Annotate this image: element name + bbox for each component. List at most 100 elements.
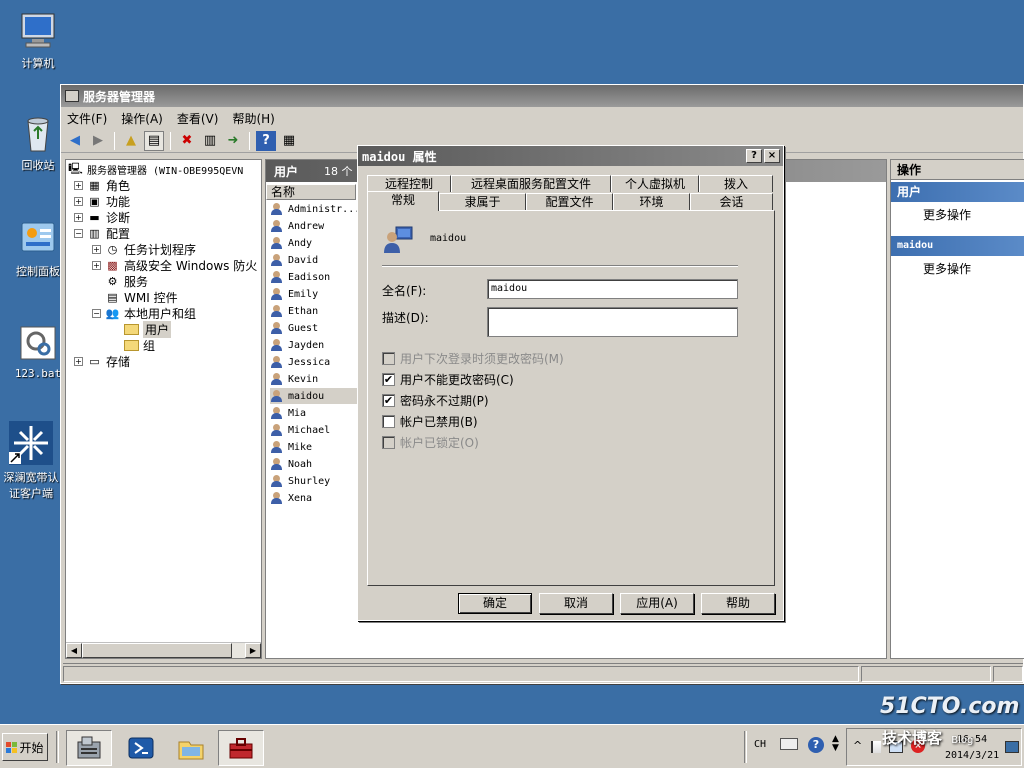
tree-item-configuration[interactable]: − ▥ 配置: [74, 225, 130, 241]
user-list-item[interactable]: Jessica: [270, 354, 330, 370]
user-list-item[interactable]: Eadison: [270, 269, 330, 285]
export-icon[interactable]: ➜: [223, 131, 243, 151]
back-icon[interactable]: ◀: [65, 131, 85, 151]
show-hidden-icons[interactable]: ^: [853, 739, 862, 752]
tree-item-roles[interactable]: + ▦ 角色: [74, 177, 130, 193]
help-button[interactable]: 帮助: [701, 593, 775, 614]
tree-item-local-users-groups[interactable]: − 👥 本地用户和组: [92, 305, 196, 321]
tab-environment[interactable]: 环境: [613, 193, 690, 210]
user-list-item[interactable]: maidou: [270, 388, 358, 404]
taskbar-server-manager[interactable]: [66, 730, 112, 766]
help-icon[interactable]: ?: [256, 130, 276, 151]
help-tray-icon[interactable]: ?: [808, 737, 824, 753]
tree-item-wmi[interactable]: ▤ WMI 控件: [105, 289, 177, 305]
user-list-item[interactable]: Mike: [270, 439, 312, 455]
start-button[interactable]: 开始: [2, 733, 48, 761]
language-indicator[interactable]: CH: [754, 739, 766, 750]
tray-menu-icon[interactable]: ▲ ▼: [832, 735, 839, 753]
up-folder-icon[interactable]: ▲: [121, 131, 141, 151]
more-actions-users[interactable]: 更多操作: [923, 206, 971, 223]
tree-item-task-scheduler[interactable]: + ◷ 任务计划程序: [92, 241, 196, 257]
expand-icon[interactable]: +: [74, 356, 83, 366]
user-list-item[interactable]: Emily: [270, 286, 318, 302]
user-list-item[interactable]: Noah: [270, 456, 312, 472]
password-never-expires-checkbox[interactable]: ✔ 密码永不过期(P): [382, 392, 489, 409]
tab-dial-in[interactable]: 拨入: [699, 175, 773, 192]
fullname-field[interactable]: maidou: [487, 279, 738, 299]
menu-help[interactable]: 帮助(H): [232, 110, 274, 127]
taskbar-toolbox[interactable]: [218, 730, 264, 766]
dialog-close-button[interactable]: ×: [764, 149, 780, 163]
desktop-icon-computer[interactable]: 计算机: [0, 10, 76, 71]
account-locked-checkbox[interactable]: 帐户已锁定(O): [382, 434, 479, 451]
user-list-item[interactable]: Andy: [270, 235, 312, 251]
tree-item-users[interactable]: 用户: [124, 320, 172, 338]
expand-icon[interactable]: +: [74, 212, 83, 222]
expand-icon[interactable]: +: [92, 260, 101, 270]
taskbar-explorer[interactable]: [168, 730, 214, 766]
keyboard-icon[interactable]: [780, 738, 798, 750]
collapse-icon[interactable]: −: [74, 228, 83, 238]
desktop-icon-srun-client[interactable]: 深澜宽带认证客户端: [0, 420, 62, 501]
menu-action[interactable]: 操作(A): [121, 110, 163, 127]
tab-general[interactable]: 常规: [367, 191, 439, 211]
user-list-item[interactable]: Jayden: [270, 337, 324, 353]
tree-item-firewall[interactable]: + ▩ 高级安全 Windows 防火: [92, 257, 257, 273]
description-field[interactable]: [487, 307, 738, 337]
more-actions-maidou[interactable]: 更多操作: [923, 260, 971, 277]
delete-icon[interactable]: ✖: [177, 131, 197, 151]
tab-member-of[interactable]: 隶属于: [439, 193, 526, 210]
user-list-item[interactable]: David: [270, 252, 318, 268]
tree-item-services[interactable]: ⚙ 服务: [105, 273, 148, 289]
show-desktop-button[interactable]: [1005, 741, 1019, 753]
forward-icon[interactable]: ▶: [88, 131, 108, 151]
expand-icon[interactable]: +: [92, 244, 101, 254]
account-disabled-checkbox[interactable]: 帐户已禁用(B): [382, 413, 478, 430]
tree-item-storage[interactable]: + ▭ 存储: [74, 353, 130, 369]
tab-rds-profile[interactable]: 远程桌面服务配置文件: [451, 175, 611, 192]
user-list-item[interactable]: Shurley: [270, 473, 330, 489]
user-list-item[interactable]: Xena: [270, 490, 312, 506]
user-list-item[interactable]: Michael: [270, 422, 330, 438]
taskbar-powershell[interactable]: [118, 730, 164, 766]
properties-icon[interactable]: ▥: [200, 131, 220, 151]
user-list-item[interactable]: Guest: [270, 320, 318, 336]
actions-section-users[interactable]: 用户: [891, 182, 1024, 202]
dialog-titlebar[interactable]: maidou 属性: [358, 146, 783, 166]
user-list-item[interactable]: Mia: [270, 405, 306, 421]
clock-date[interactable]: 2014/3/21: [945, 750, 999, 761]
expand-icon[interactable]: +: [74, 196, 83, 206]
tree-root[interactable]: 🖳 服务器管理器 (WIN-OBE995QEVN: [68, 161, 243, 177]
ok-button[interactable]: 确定: [458, 593, 532, 614]
cannot-change-password-checkbox[interactable]: ✔ 用户不能更改密码(C): [382, 371, 514, 388]
must-change-password-checkbox[interactable]: 用户下次登录时须更改密码(M): [382, 350, 564, 367]
actions-section-maidou[interactable]: maidou: [891, 236, 1024, 256]
expand-icon[interactable]: +: [74, 180, 83, 190]
user-list-item[interactable]: Ethan: [270, 303, 318, 319]
cancel-button[interactable]: 取消: [539, 593, 613, 614]
tree-item-diagnostics[interactable]: + ▬ 诊断: [74, 209, 130, 225]
tree-horizontal-scrollbar[interactable]: ◀ ▶: [66, 642, 261, 658]
tab-profile[interactable]: 配置文件: [526, 193, 613, 210]
scroll-thumb[interactable]: [82, 643, 232, 658]
tree-item-features[interactable]: + ▣ 功能: [74, 193, 130, 209]
scroll-left-arrow[interactable]: ◀: [66, 643, 82, 658]
tree-item-groups[interactable]: 组: [124, 337, 155, 353]
menu-file[interactable]: 文件(F): [67, 110, 107, 127]
user-list-item[interactable]: Administr...: [270, 201, 360, 217]
column-header-name[interactable]: 名称: [266, 184, 356, 200]
window-titlebar[interactable]: 服务器管理器: [61, 85, 1023, 107]
user-list-item[interactable]: Andrew: [270, 218, 324, 234]
action-pane-icon[interactable]: ▦: [279, 131, 299, 151]
tab-sessions[interactable]: 会话: [690, 193, 773, 210]
scroll-right-arrow[interactable]: ▶: [245, 643, 261, 658]
flag-icon[interactable]: [871, 741, 881, 753]
apply-button[interactable]: 应用(A): [620, 593, 694, 614]
show-tree-icon[interactable]: ▤: [144, 130, 164, 151]
dialog-help-button[interactable]: ?: [746, 149, 762, 163]
collapse-icon[interactable]: −: [92, 308, 101, 318]
user-list-item[interactable]: Kevin: [270, 371, 318, 387]
tab-personal-vm[interactable]: 个人虚拟机: [611, 175, 699, 192]
tab-remote-control[interactable]: 远程控制: [367, 175, 451, 192]
menu-view[interactable]: 查看(V): [177, 110, 219, 127]
